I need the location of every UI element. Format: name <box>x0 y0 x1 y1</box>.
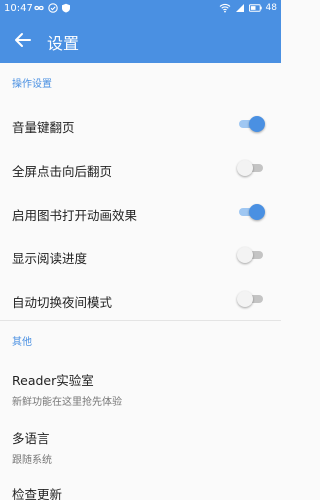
setting-check-update[interactable]: 检查更新 <box>0 477 281 500</box>
section-divider <box>0 320 281 321</box>
show-progress-toggle[interactable] <box>237 247 265 263</box>
setting-label: 显示阅读进度 <box>12 251 88 266</box>
setting-show-progress[interactable]: 显示阅读进度 <box>0 239 281 271</box>
status-right-icons: 48 <box>219 3 277 13</box>
back-button[interactable] <box>12 29 34 51</box>
status-bar: 10:47 48 <box>0 0 281 18</box>
signal-icon <box>235 4 244 12</box>
setting-subtitle: 新鲜功能在这里抢先体验 <box>12 397 122 408</box>
settings-list: 操作设置 音量键翻页 全屏点击向后翻页 启用图书打开动画效果 显示阅读进度 自动… <box>0 63 281 500</box>
setting-subtitle: 跟随系统 <box>12 455 52 466</box>
setting-open-animation[interactable]: 启用图书打开动画效果 <box>0 196 281 228</box>
setting-label: Reader实验室 <box>12 373 94 388</box>
setting-label: 启用图书打开动画效果 <box>12 208 138 223</box>
setting-language[interactable]: 多语言 跟随系统 <box>0 421 281 469</box>
status-left-icons <box>33 3 71 13</box>
setting-label: 全屏点击向后翻页 <box>12 164 113 179</box>
app-bar: 设置 <box>0 18 281 63</box>
volume-key-page-toggle[interactable] <box>237 116 265 132</box>
status-time: 10:47 <box>4 3 33 14</box>
check-circle-icon <box>48 3 58 13</box>
wifi-icon <box>219 3 230 13</box>
setting-volume-key-page[interactable]: 音量键翻页 <box>0 108 281 140</box>
setting-label: 音量键翻页 <box>12 120 75 135</box>
arrow-left-icon <box>15 33 31 47</box>
setting-label: 自动切换夜间模式 <box>12 295 113 310</box>
setting-label: 检查更新 <box>12 487 63 500</box>
setting-label: 多语言 <box>12 431 50 446</box>
open-animation-toggle[interactable] <box>237 204 265 220</box>
auto-night-mode-toggle[interactable] <box>237 291 265 307</box>
setting-tap-page-forward[interactable]: 全屏点击向后翻页 <box>0 152 281 184</box>
infinity-icon <box>34 5 44 11</box>
section-header-other: 其他 <box>12 337 32 348</box>
page-title: 设置 <box>47 34 80 53</box>
setting-auto-night-mode[interactable]: 自动切换夜间模式 <box>0 283 281 315</box>
shield-icon <box>62 3 70 13</box>
section-header-operation: 操作设置 <box>12 79 52 90</box>
setting-reader-lab[interactable]: Reader实验室 新鲜功能在这里抢先体验 <box>0 363 281 411</box>
battery-icon <box>248 4 262 12</box>
tap-page-forward-toggle[interactable] <box>237 160 265 176</box>
battery-level: 48 <box>265 3 277 13</box>
